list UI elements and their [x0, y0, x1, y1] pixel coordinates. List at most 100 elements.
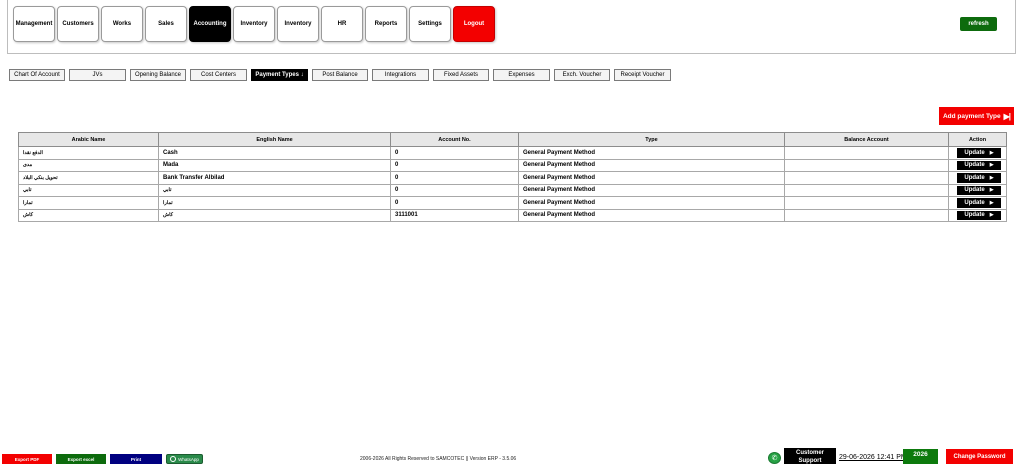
nav-works-button[interactable]: Works [101, 6, 143, 42]
add-payment-type-button[interactable]: Add payment Type ▶| [939, 107, 1014, 125]
cell-type: General Payment Method [518, 146, 785, 160]
whatsapp-icon [170, 456, 177, 462]
nav-management-button[interactable]: Management [13, 6, 55, 42]
caret-right-icon: ▶ [989, 149, 994, 156]
nav-customers-button[interactable]: Customers [57, 6, 99, 42]
nav-hr-button[interactable]: HR [321, 6, 363, 42]
cell-account-no: 3111001 [390, 208, 519, 222]
column-header-account-no: Account No. [390, 132, 519, 147]
tab-jvs[interactable]: JVs [69, 69, 126, 81]
cell-arabic-name: الدفع نقدا [18, 146, 159, 160]
export-excel-button[interactable]: Export excel [56, 454, 106, 464]
update-label: Update [964, 212, 985, 219]
logout-button[interactable]: Logout [453, 6, 495, 42]
table-row: كاش كاش 3111001 General Payment Method U… [18, 208, 1007, 222]
table-row: تحويل بنكي البلاد Bank Transfer Albilad … [18, 171, 1007, 185]
cell-balance-account [784, 158, 949, 172]
update-button[interactable]: Update ▶ [957, 198, 1001, 208]
cell-english-name: Cash [158, 146, 391, 160]
payment-types-table: Arabic Name English Name Account No. Typ… [18, 132, 1007, 222]
cell-action: Update ▶ [948, 183, 1007, 197]
export-pdf-button[interactable]: Export PDF [2, 454, 52, 464]
cell-arabic-name: تابي [18, 183, 159, 197]
year-badge: 2026 [903, 449, 938, 464]
add-payment-type-label: Add payment Type [942, 112, 1001, 120]
caret-right-icon: ▶ [989, 212, 994, 219]
cell-balance-account [784, 196, 949, 210]
cell-action: Update ▶ [948, 158, 1007, 172]
update-button[interactable]: Update ▶ [957, 148, 1001, 158]
customer-support-button[interactable]: Customer Support [784, 448, 836, 464]
table-row: تمارا تمارا 0 General Payment Method Upd… [18, 196, 1007, 210]
tab-expenses[interactable]: Expenses [493, 69, 550, 81]
copyright-text: 2006-2026 All Rights Reserved to SAMCOTE… [360, 456, 517, 462]
skip-forward-icon: ▶| [1003, 111, 1011, 121]
nav-accounting-button[interactable]: Accounting [189, 6, 231, 42]
cell-account-no: 0 [390, 171, 519, 185]
column-header-action: Action [948, 132, 1007, 147]
cell-action: Update ▶ [948, 208, 1007, 222]
table-row: الدفع نقدا Cash 0 General Payment Method… [18, 146, 1007, 160]
update-button[interactable]: Update ▶ [957, 160, 1001, 170]
cell-english-name: تمارا [158, 196, 391, 210]
nav-inventory-2-button[interactable]: Inventory [277, 6, 319, 42]
tab-chart-of-account[interactable]: Chart Of Account [9, 69, 65, 81]
cell-balance-account [784, 183, 949, 197]
cell-type: General Payment Method [518, 183, 785, 197]
update-button[interactable]: Update ▶ [957, 210, 1001, 220]
tab-opening-balance[interactable]: Opening Balance [130, 69, 186, 81]
column-header-arabic-name: Arabic Name [18, 132, 159, 147]
update-label: Update [964, 162, 985, 169]
nav-reports-button[interactable]: Reports [365, 6, 407, 42]
cell-action: Update ▶ [948, 146, 1007, 160]
tab-receipt-voucher[interactable]: Receipt Voucher [614, 69, 671, 81]
cell-arabic-name: تحويل بنكي البلاد [18, 171, 159, 185]
tab-payment-types-label: Payment Types [255, 72, 299, 78]
caret-right-icon: ▶ [989, 162, 994, 169]
update-label: Update [964, 187, 985, 194]
print-button[interactable]: Print [110, 454, 162, 464]
caret-right-icon: ▶ [989, 174, 994, 181]
column-header-type: Type [518, 132, 785, 147]
cell-type: General Payment Method [518, 171, 785, 185]
current-datetime: 29-06-2026 12:41 PM [839, 454, 907, 461]
update-button[interactable]: Update ▶ [957, 173, 1001, 183]
cell-action: Update ▶ [948, 171, 1007, 185]
tab-integrations[interactable]: Integrations [372, 69, 429, 81]
cell-arabic-name: تمارا [18, 196, 159, 210]
update-label: Update [964, 149, 985, 156]
table-row: مدى Mada 0 General Payment Method Update… [18, 158, 1007, 172]
nav-sales-button[interactable]: Sales [145, 6, 187, 42]
caret-right-icon: ▶ [989, 187, 994, 194]
update-label: Update [964, 174, 985, 181]
cell-english-name: Bank Transfer Albilad [158, 171, 391, 185]
cell-type: General Payment Method [518, 158, 785, 172]
cell-account-no: 0 [390, 146, 519, 160]
table-row: تابي تابي 0 General Payment Method Updat… [18, 183, 1007, 197]
cell-english-name: تابي [158, 183, 391, 197]
nav-settings-button[interactable]: Settings [409, 6, 451, 42]
tab-cost-centers[interactable]: Cost Centers [190, 69, 247, 81]
table-header-row: Arabic Name English Name Account No. Typ… [18, 132, 1007, 147]
cell-account-no: 0 [390, 196, 519, 210]
column-header-english-name: English Name [158, 132, 391, 147]
tab-exch-voucher[interactable]: Exch. Voucher [554, 69, 610, 81]
cell-english-name: Mada [158, 158, 391, 172]
cell-balance-account [784, 208, 949, 222]
whatsapp-support-icon[interactable]: ✆ [768, 452, 781, 464]
tab-post-balance[interactable]: Post Balance [312, 69, 368, 81]
caret-right-icon: ▶ [989, 199, 994, 206]
update-label: Update [964, 199, 985, 206]
refresh-button[interactable]: refresh [960, 17, 997, 31]
update-button[interactable]: Update ▶ [957, 185, 1001, 195]
tab-fixed-assets[interactable]: Fixed Assets [433, 69, 489, 81]
tab-payment-types[interactable]: Payment Types ↓ [251, 69, 308, 81]
change-password-button[interactable]: Change Password [946, 449, 1013, 464]
cell-arabic-name: كاش [18, 208, 159, 222]
cell-action: Update ▶ [948, 196, 1007, 210]
whatsapp-label: WhatsApp [178, 456, 199, 462]
nav-inventory-button[interactable]: Inventory [233, 6, 275, 42]
whatsapp-button[interactable]: WhatsApp [166, 454, 203, 464]
cell-type: General Payment Method [518, 196, 785, 210]
cell-balance-account [784, 171, 949, 185]
